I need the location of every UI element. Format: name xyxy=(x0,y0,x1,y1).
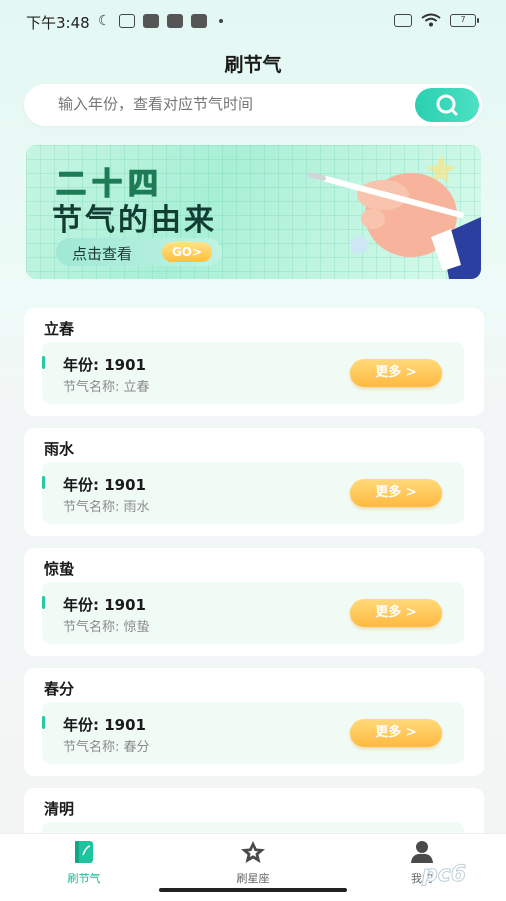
card-detail: 年份: 1901 节气名称: 雨水 更多 > xyxy=(42,462,464,524)
list-item: 雨水 年份: 1901 节气名称: 雨水 更多 > xyxy=(24,428,484,536)
banner-view-button[interactable]: 点击查看 GO> xyxy=(56,238,222,266)
search-icon xyxy=(436,94,458,116)
solar-terms-banner[interactable]: 二十四 节气的由来 点击查看 GO> xyxy=(26,145,481,279)
more-button[interactable]: 更多 > xyxy=(350,479,442,507)
card-title: 惊蛰 xyxy=(44,560,75,578)
card-title: 立春 xyxy=(44,320,75,338)
card-year: 年份: 1901 xyxy=(63,476,146,494)
mail-icon xyxy=(190,14,207,28)
wifi-icon xyxy=(421,13,441,27)
tab-label: 刷星座 xyxy=(236,872,270,885)
banner-go-badge: GO> xyxy=(162,242,212,262)
tab-label: 刷节气 xyxy=(67,872,101,885)
more-button[interactable]: 更多 > xyxy=(350,359,442,387)
star-icon xyxy=(241,841,265,863)
banner-title-line2: 节气的由来 xyxy=(52,203,217,238)
tab-solar-terms[interactable]: 刷节气 xyxy=(34,840,134,886)
card-detail: 年份: 1901 节气名称: 惊蛰 更多 > xyxy=(42,582,464,644)
moon-icon: ☾ xyxy=(98,13,111,29)
person-icon xyxy=(411,841,433,863)
search-input[interactable] xyxy=(58,95,398,113)
status-notification-icons: ☾ xyxy=(98,13,223,29)
card-term-name: 节气名称: 雨水 xyxy=(63,500,150,515)
more-dot-icon xyxy=(218,19,223,23)
more-button[interactable]: 更多 > xyxy=(350,599,442,627)
accent-bar xyxy=(42,356,45,369)
card-year: 年份: 1901 xyxy=(63,716,146,734)
card-title: 春分 xyxy=(44,680,75,698)
card-term-name: 节气名称: 惊蛰 xyxy=(63,620,150,635)
pc6-watermark: pc6 xyxy=(420,862,500,890)
battery-icon: 7 xyxy=(450,13,479,27)
more-button[interactable]: 更多 > xyxy=(350,719,442,747)
card-year: 年份: 1901 xyxy=(63,596,146,614)
status-bar: 下午3:48 ☾ 7 xyxy=(0,0,506,40)
search-bar xyxy=(24,84,482,126)
tab-constellation[interactable]: 刷星座 xyxy=(203,840,303,886)
accent-bar xyxy=(42,716,45,729)
app-notification-icon xyxy=(118,14,135,28)
list-item: 惊蛰 年份: 1901 节气名称: 惊蛰 更多 > xyxy=(24,548,484,656)
card-term-name: 节气名称: 春分 xyxy=(63,740,150,755)
card-detail: 年份: 1901 节气名称: 春分 更多 > xyxy=(42,702,464,764)
card-title: 雨水 xyxy=(44,440,75,458)
accent-bar xyxy=(42,596,45,609)
banner-view-label: 点击查看 xyxy=(72,245,133,263)
list-item: 春分 年份: 1901 节气名称: 春分 更多 > xyxy=(24,668,484,776)
card-detail: 年份: 1901 节气名称: 立春 更多 > xyxy=(42,342,464,404)
status-system-icons: 7 xyxy=(394,13,479,27)
list-item: 立春 年份: 1901 节气名称: 立春 更多 > xyxy=(24,308,484,416)
home-indicator xyxy=(159,888,347,892)
download-icon xyxy=(142,14,159,28)
book-icon xyxy=(75,841,93,863)
page-title: 刷节气 xyxy=(224,54,282,76)
sim-icon xyxy=(394,13,412,27)
watermark-text: pc6 xyxy=(421,862,467,888)
status-time: 下午3:48 xyxy=(26,14,90,32)
card-title: 清明 xyxy=(44,800,75,818)
hand-with-pen-illustration xyxy=(308,155,481,279)
accent-bar xyxy=(42,476,45,489)
card-year: 年份: 1901 xyxy=(63,356,146,374)
search-button[interactable] xyxy=(415,88,479,122)
card-term-name: 节气名称: 立春 xyxy=(63,380,150,395)
message-icon xyxy=(166,14,183,28)
